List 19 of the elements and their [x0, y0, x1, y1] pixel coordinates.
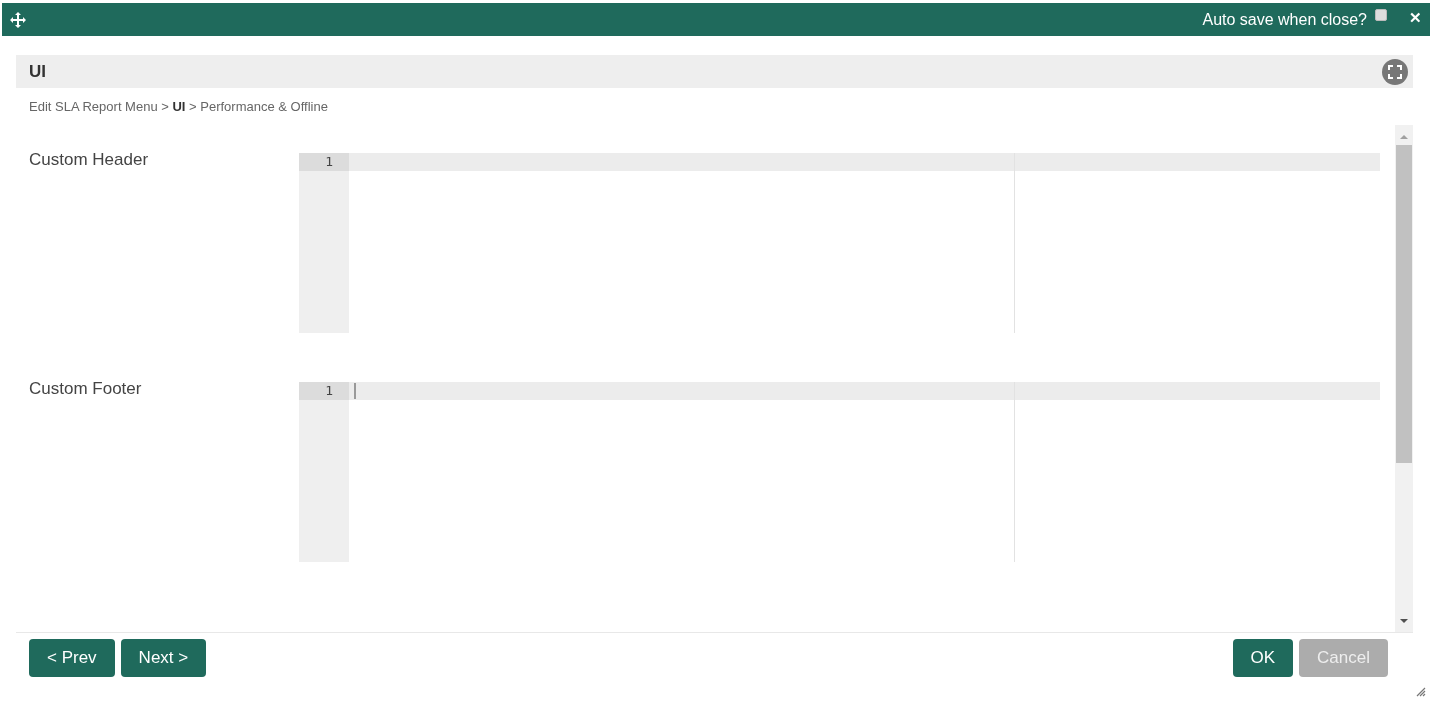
auto-save-checkbox[interactable] [1375, 9, 1387, 21]
panel-title: UI [29, 61, 46, 82]
fullscreen-button[interactable] [1382, 58, 1408, 85]
auto-save-label: Auto save when close? [1202, 10, 1367, 29]
nav-button[interactable]: < Prev [29, 639, 115, 677]
line-number: 1 [299, 382, 349, 400]
breadcrumb: Edit SLA Report Menu > UI > Performance & Offline [28, 98, 329, 116]
code-editor[interactable]: 1 [299, 382, 1380, 562]
fullscreen-icon [1388, 64, 1402, 79]
field-label: Custom Footer [28, 379, 143, 399]
action-button[interactable]: OK [1232, 639, 1294, 677]
nav-button[interactable]: Next > [120, 639, 207, 677]
move-icon[interactable] [10, 11, 26, 28]
close-button[interactable]: ✕ [1409, 8, 1422, 27]
scrollbar[interactable] [1395, 125, 1413, 632]
code-editor[interactable]: 1 [299, 153, 1380, 333]
field-label: Custom Header [28, 150, 150, 170]
line-number: 1 [299, 153, 349, 171]
resize-grip-icon[interactable] [1416, 687, 1426, 697]
